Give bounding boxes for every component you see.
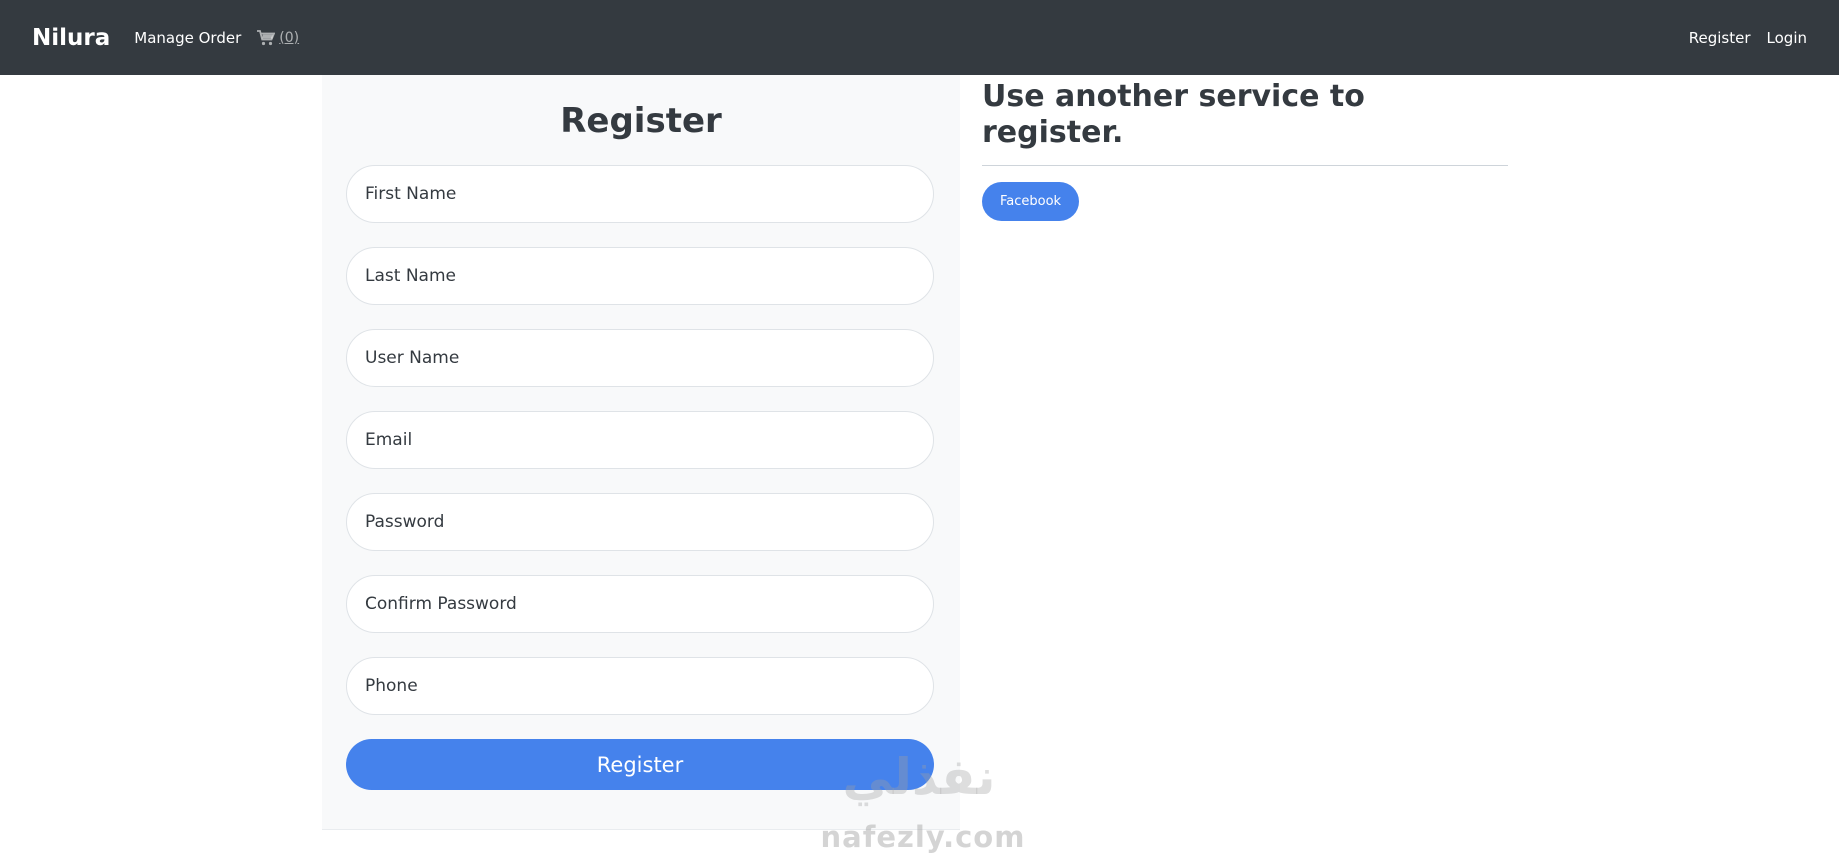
cart-count: (0) [279,29,300,46]
confirm-password-field[interactable] [346,575,934,633]
last-name-field[interactable] [346,247,934,305]
watermark-text: nafezly.com [820,820,1026,854]
nafezly-logo: نفذلي [842,748,995,806]
password-input[interactable] [365,512,915,532]
brand-link[interactable]: Nilura [32,25,110,51]
register-link[interactable]: Register [1689,29,1751,47]
manage-order-link[interactable]: Manage Order [134,29,241,47]
phone-field[interactable] [346,657,934,715]
svg-text:نفذلي: نفذلي [842,748,995,806]
cart-link[interactable]: (0) [257,30,299,46]
navbar: Nilura Manage Order (0) Register Login [0,0,1839,75]
login-link[interactable]: Login [1767,29,1807,47]
facebook-button[interactable]: Facebook [982,182,1080,221]
register-card: Register Register [322,75,960,830]
register-title: Register [560,101,722,141]
email-input[interactable] [365,430,915,450]
phone-input[interactable] [365,676,915,696]
confirm-password-input[interactable] [365,594,915,614]
user-name-input[interactable] [365,348,915,368]
cart-icon [257,29,276,45]
user-name-field[interactable] [346,329,934,387]
first-name-field[interactable] [346,165,934,223]
last-name-input[interactable] [365,266,915,286]
first-name-input[interactable] [365,184,915,204]
external-login-title: Use another service to register. [982,79,1365,150]
email-field[interactable] [346,411,934,469]
account-nav: Register Login [1673,29,1807,47]
divider [982,165,1508,166]
external-login-panel: Use another service to register. Faceboo… [982,75,1508,221]
password-field[interactable] [346,493,934,551]
